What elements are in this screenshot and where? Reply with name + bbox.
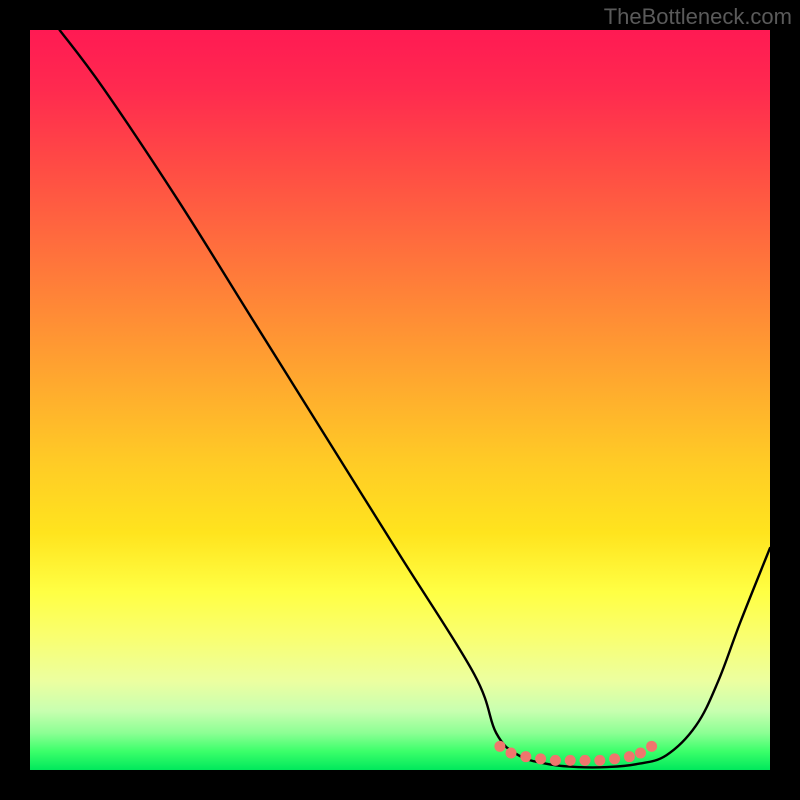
plateau-markers — [494, 741, 657, 766]
marker-dot — [580, 755, 591, 766]
marker-dot — [520, 751, 531, 762]
marker-dot — [609, 753, 620, 764]
marker-dot — [594, 755, 605, 766]
marker-dot — [565, 755, 576, 766]
marker-dot — [506, 747, 517, 758]
marker-dot — [494, 741, 505, 752]
chart-svg — [30, 30, 770, 770]
marker-dot — [624, 751, 635, 762]
marker-dot — [550, 755, 561, 766]
marker-dot — [635, 747, 646, 758]
marker-dot — [646, 741, 657, 752]
marker-dot — [535, 753, 546, 764]
curve-line — [60, 30, 770, 767]
watermark-text: TheBottleneck.com — [604, 4, 792, 30]
plot-area — [30, 30, 770, 770]
